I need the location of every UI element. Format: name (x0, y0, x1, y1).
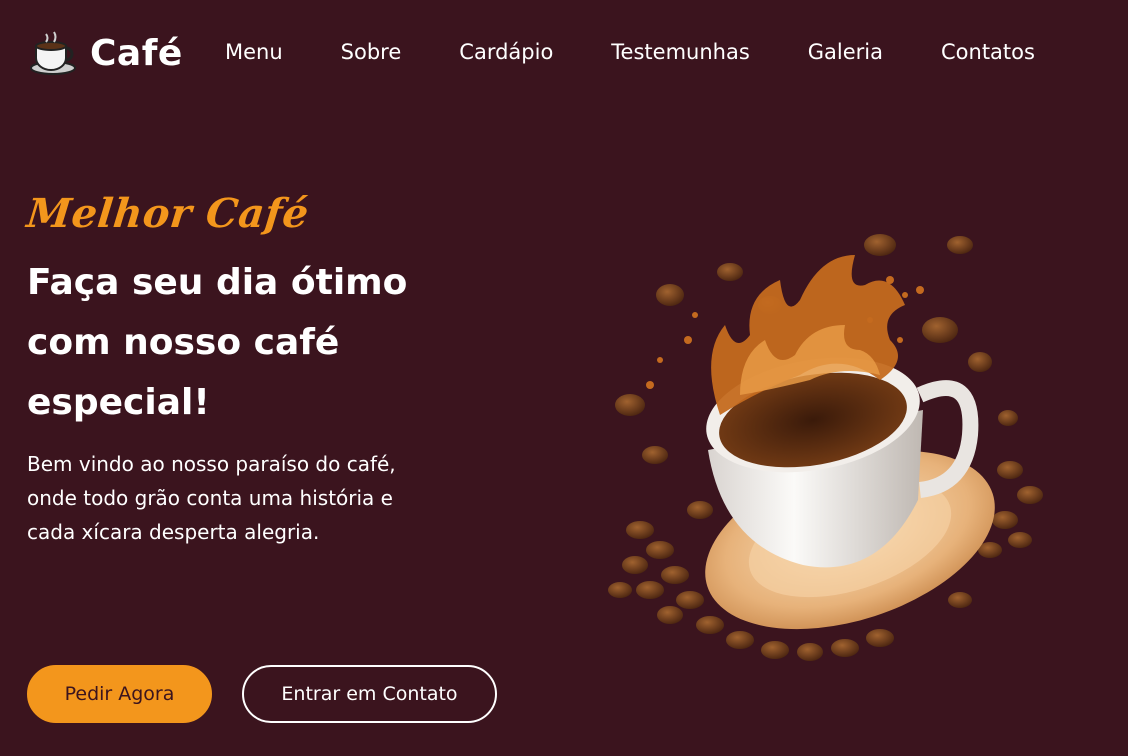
contact-button[interactable]: Entrar em Contato (242, 665, 497, 723)
brand-link[interactable]: Café (28, 30, 183, 76)
hero-buttons: Pedir Agora Entrar em Contato (27, 665, 497, 723)
nav-link-galeria[interactable]: Galeria (808, 40, 883, 64)
brand-name: Café (90, 32, 183, 74)
page: Café Menu Sobre Cardápio Testemunhas Gal… (0, 0, 1128, 756)
nav-links: Menu Sobre Cardápio Testemunhas Galeria … (225, 40, 1035, 64)
nav-link-cardapio[interactable]: Cardápio (459, 40, 553, 64)
order-now-button[interactable]: Pedir Agora (27, 665, 212, 723)
coffee-splash-image (608, 234, 1043, 661)
hero-description: Bem vindo ao nosso paraíso do café, onde… (27, 452, 396, 544)
navbar: Café Menu Sobre Cardápio Testemunhas Gal… (0, 0, 1128, 110)
nav-link-menu[interactable]: Menu (225, 40, 283, 64)
hero-subtitle: Melhor Café (24, 190, 312, 237)
nav-link-sobre[interactable]: Sobre (341, 40, 402, 64)
coffee-cup-icon (30, 31, 76, 75)
hero-text: Melhor Café Faça seu dia ótimo com nosso… (24, 190, 497, 549)
hero-title: Faça seu dia ótimo com nosso café especi… (27, 262, 408, 423)
nav-link-contatos[interactable]: Contatos (941, 40, 1035, 64)
nav-link-testemunhas[interactable]: Testemunhas (611, 40, 749, 64)
